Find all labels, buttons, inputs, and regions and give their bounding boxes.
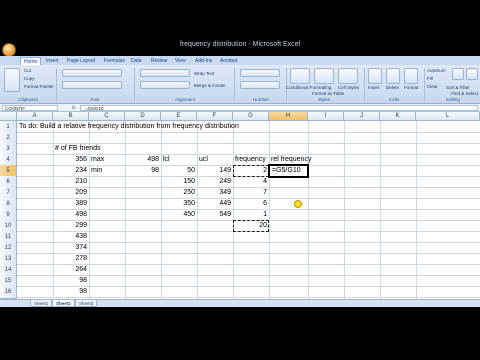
merge-center-button[interactable]: Merge & Center [194, 83, 226, 89]
tab-add-ins[interactable]: Add-Ins [195, 57, 212, 65]
group-number: Number [252, 97, 269, 102]
autosum-button[interactable]: AutoSum [427, 68, 446, 74]
ribbon-separator [234, 68, 235, 100]
sheet-tab-bar: Sheet1 Sheet2 Sheet3 [0, 299, 480, 307]
column-header[interactable]: J [344, 112, 380, 121]
format-painter-button[interactable]: Format Painter [24, 84, 54, 90]
sheet-tab-sheet1[interactable]: Sheet1 [30, 300, 53, 307]
name-box[interactable]: COUNTIF [2, 105, 58, 111]
gridline [416, 121, 417, 299]
column-header[interactable]: C [89, 112, 125, 121]
fill-button[interactable]: Fill [427, 76, 433, 82]
column-header[interactable]: K [380, 112, 416, 121]
format-button[interactable]: Format [404, 85, 418, 91]
column-header[interactable]: F [197, 112, 233, 121]
gridline [344, 121, 345, 299]
gridline [308, 121, 309, 299]
column-header[interactable]: D [125, 112, 161, 121]
sheet-tab-sheet3[interactable]: Sheet3 [75, 300, 98, 307]
format-as-table-icon[interactable] [314, 68, 334, 84]
sheet-tab-sheet2[interactable]: Sheet2 [52, 300, 75, 307]
tab-home[interactable]: Home [20, 57, 42, 65]
tab-page-layout[interactable]: Page Layout [67, 57, 95, 65]
format-icon[interactable] [404, 68, 418, 84]
delete-icon[interactable] [386, 68, 400, 84]
column-header[interactable]: B [53, 112, 89, 121]
delete-button[interactable]: Delete [386, 85, 399, 91]
formula-bar: COUNTIF fx =G5/G10 [0, 104, 480, 112]
formula-input[interactable]: =G5/G10 [80, 105, 478, 111]
column-header[interactable]: L [416, 112, 480, 121]
alignment-buttons[interactable] [140, 69, 190, 77]
cell-g10[interactable]: 20 [233, 220, 269, 232]
number-format-buttons[interactable] [240, 81, 280, 89]
group-editing: Editing [446, 97, 460, 102]
tab-view[interactable]: View [175, 57, 186, 65]
cell-d5[interactable]: 98 [125, 165, 161, 177]
group-clipboard: Clipboard [18, 97, 38, 102]
gridline [269, 121, 270, 299]
gridline [380, 121, 381, 299]
office-button[interactable] [2, 43, 16, 57]
find-select-icon[interactable] [466, 68, 478, 80]
copy-button[interactable]: Copy [24, 76, 35, 82]
ribbon-tabs: Home Insert Page Layout Formulas Data Re… [0, 56, 480, 65]
tab-insert[interactable]: Insert [46, 57, 59, 65]
fx-icon[interactable]: fx [72, 105, 76, 111]
cell-a1[interactable]: To do: Build a relative frequency distri… [17, 121, 239, 133]
column-header[interactable]: E [161, 112, 197, 121]
cell-styles-button[interactable]: Cell Styles [338, 85, 359, 91]
tab-data[interactable]: Data [131, 57, 142, 65]
insert-icon[interactable] [368, 68, 382, 84]
group-cells: Cells [388, 97, 399, 102]
paste-icon[interactable] [4, 68, 20, 92]
cell-c5[interactable]: min [89, 165, 102, 177]
ribbon-separator [56, 68, 57, 100]
cell-e9[interactable]: 450 [161, 209, 197, 221]
group-font: Font [90, 97, 100, 102]
gridline [125, 121, 126, 299]
worksheet-grid[interactable]: A B C D E F G H I J K L 1 2 3 4 5 6 7 8 … [0, 112, 480, 299]
window-title: frequency distribution - Microsoft Excel [179, 41, 301, 48]
column-header-selected[interactable]: H [269, 112, 308, 121]
column-header[interactable]: A [17, 112, 53, 121]
ribbon: Cut Copy Format Painter Clipboard Font W… [0, 65, 480, 104]
cell-h5-formula[interactable]: =G5/G10 [270, 165, 301, 177]
group-alignment: Alignment [174, 97, 195, 102]
mouse-cursor-icon [294, 200, 302, 208]
cell-f9[interactable]: 549 [197, 209, 233, 221]
clear-button[interactable]: Clear [427, 84, 438, 90]
ribbon-separator [286, 68, 287, 100]
cell-b16[interactable]: 98 [53, 286, 89, 298]
conditional-formatting-icon[interactable] [290, 68, 310, 84]
tab-acrobat[interactable]: Acrobat [220, 57, 237, 65]
letterbox-bottom [0, 307, 480, 360]
ribbon-separator [364, 68, 365, 100]
select-all-corner[interactable] [0, 112, 17, 121]
insert-button[interactable]: Insert [368, 85, 379, 91]
number-format-box[interactable] [240, 69, 280, 77]
ribbon-separator [134, 68, 135, 100]
cut-button[interactable]: Cut [24, 68, 31, 74]
font-name-box[interactable] [62, 69, 122, 77]
tab-formulas[interactable]: Formulas [104, 57, 125, 65]
cell-styles-icon[interactable] [338, 68, 358, 84]
wrap-text-button[interactable]: Wrap Text [194, 71, 214, 77]
indent-buttons[interactable] [140, 81, 190, 89]
sort-filter-icon[interactable] [452, 68, 464, 80]
column-header[interactable]: G [233, 112, 269, 121]
tab-review[interactable]: Review [151, 57, 167, 65]
font-style-buttons[interactable] [62, 81, 122, 89]
group-styles: Styles [317, 97, 331, 102]
ribbon-separator [424, 68, 425, 100]
column-header[interactable]: I [308, 112, 344, 121]
